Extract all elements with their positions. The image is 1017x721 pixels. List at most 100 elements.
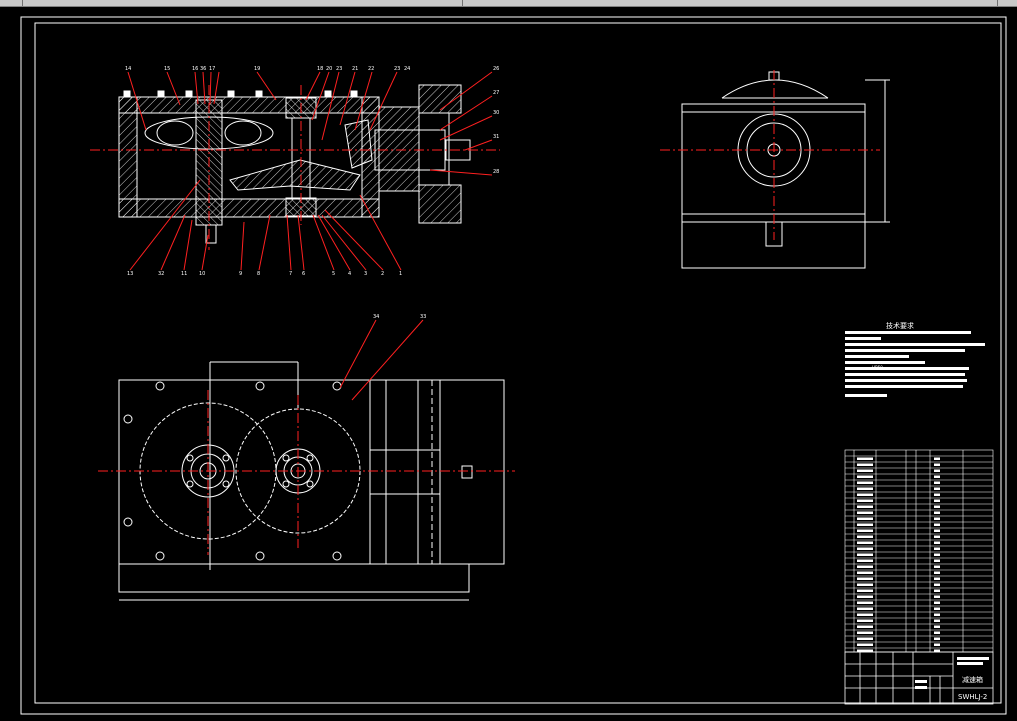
plan-callouts: 34 33 <box>373 314 426 320</box>
parts-row-text <box>934 595 940 598</box>
parts-row-text <box>857 595 873 598</box>
parts-row-text <box>934 631 940 634</box>
parts-row-text <box>934 571 940 574</box>
parts-row-text <box>857 625 873 628</box>
callout-label: 9 <box>239 271 242 277</box>
parts-row-text <box>934 535 940 538</box>
callout-label: 20 <box>326 66 332 72</box>
parts-row-text <box>857 511 873 514</box>
parts-row-text <box>934 469 940 472</box>
housing-hatch <box>118 96 380 218</box>
parts-row-text <box>934 607 940 610</box>
parts-row-text <box>857 643 873 646</box>
parts-row-text <box>857 499 873 502</box>
front-callouts-bottom: 13 32 11 10 9 8 7 6 5 4 3 2 1 <box>127 271 402 277</box>
parts-row-text <box>934 547 940 550</box>
parts-row-text <box>857 535 873 538</box>
parts-row-text <box>857 493 873 496</box>
parts-row-text <box>934 577 940 580</box>
parts-row-text <box>857 577 873 580</box>
parts-row-text <box>934 499 940 502</box>
parts-row-text <box>934 529 940 532</box>
parts-row-text <box>934 475 940 478</box>
parts-row-text <box>934 517 940 520</box>
callout-label: 15 <box>164 66 170 72</box>
parts-row-text <box>934 541 940 544</box>
side-view <box>660 70 890 269</box>
parts-row-text <box>857 553 873 556</box>
callout-label: 30 <box>493 110 499 116</box>
parts-row-text <box>934 505 940 508</box>
parts-row-text <box>857 559 873 562</box>
parts-row-text <box>857 463 873 466</box>
parts-row-text <box>934 493 940 496</box>
parts-row-text <box>857 637 873 640</box>
parts-row-text <box>934 511 940 514</box>
parts-row-text <box>857 583 873 586</box>
title-name: 减速箱 <box>962 675 983 684</box>
parts-row-text <box>934 565 940 568</box>
callout-label: 28 <box>493 169 499 175</box>
callout-label: 8 <box>257 271 260 277</box>
parts-row-text <box>934 457 940 460</box>
callout-label: 17 <box>209 66 215 72</box>
parts-row-text <box>857 523 873 526</box>
parts-row-text <box>934 481 940 484</box>
technical-requirements: 技术要求 HB50 <box>845 321 985 397</box>
callout-label: 4 <box>348 271 351 277</box>
parts-row-text <box>934 523 940 526</box>
parts-row-text <box>857 631 873 634</box>
parts-row-text <box>857 601 873 604</box>
parts-row-text <box>934 619 940 622</box>
callout-label: 24 <box>404 66 410 72</box>
parts-row-text <box>934 553 940 556</box>
parts-row-text <box>857 547 873 550</box>
parts-row-text <box>857 505 873 508</box>
parts-row-text <box>934 643 940 646</box>
plan-view <box>98 319 515 601</box>
drawing-number: SWHLJ-2 <box>958 693 987 701</box>
callout-label: 14 <box>125 66 131 72</box>
notes-title: 技术要求 <box>886 321 914 330</box>
callout-label: 10 <box>199 271 205 277</box>
parts-row-text <box>857 517 873 520</box>
parts-row-text <box>857 571 873 574</box>
callout-label: 11 <box>181 271 187 277</box>
callout-label: 21 <box>352 66 358 72</box>
parts-row-text <box>857 613 873 616</box>
parts-list-table <box>844 449 994 653</box>
callout-label: 34 <box>373 314 379 320</box>
front-callouts-right: 26 27 30 31 28 <box>493 66 499 175</box>
callout-label: 33 <box>420 314 426 320</box>
parts-row-text <box>857 529 873 532</box>
callout-label: 27 <box>493 90 499 96</box>
callout-label: 26 <box>493 66 499 72</box>
parts-row-text <box>857 457 873 460</box>
callout-label: 22 <box>368 66 374 72</box>
parts-row-text <box>857 541 873 544</box>
callout-label: 7 <box>289 271 292 277</box>
callout-label: 36 <box>200 66 206 72</box>
parts-row-text <box>934 601 940 604</box>
parts-row-text <box>934 583 940 586</box>
parts-row-text <box>934 463 940 466</box>
parts-row-text <box>857 469 873 472</box>
callout-label: 3 <box>364 271 367 277</box>
callout-label: 32 <box>158 271 164 277</box>
parts-row-text <box>857 487 873 490</box>
parts-row-text <box>857 619 873 622</box>
parts-row-text <box>934 589 940 592</box>
callout-label: 1 <box>399 271 402 277</box>
cad-drawing-canvas[interactable]: 14 15 16 36 17 19 18 20 23 21 22 23 24 2… <box>0 6 1017 721</box>
parts-row-text <box>857 607 873 610</box>
parts-row-text <box>934 625 940 628</box>
parts-row-text <box>934 637 940 640</box>
callout-label: 19 <box>254 66 260 72</box>
parts-row-text <box>857 565 873 568</box>
callout-label: 13 <box>127 271 133 277</box>
front-section-view <box>90 71 500 271</box>
notes-mark: HB50 <box>872 365 883 370</box>
callout-label: 23 <box>336 66 342 72</box>
callout-label: 18 <box>317 66 323 72</box>
callout-label: 6 <box>302 271 305 277</box>
